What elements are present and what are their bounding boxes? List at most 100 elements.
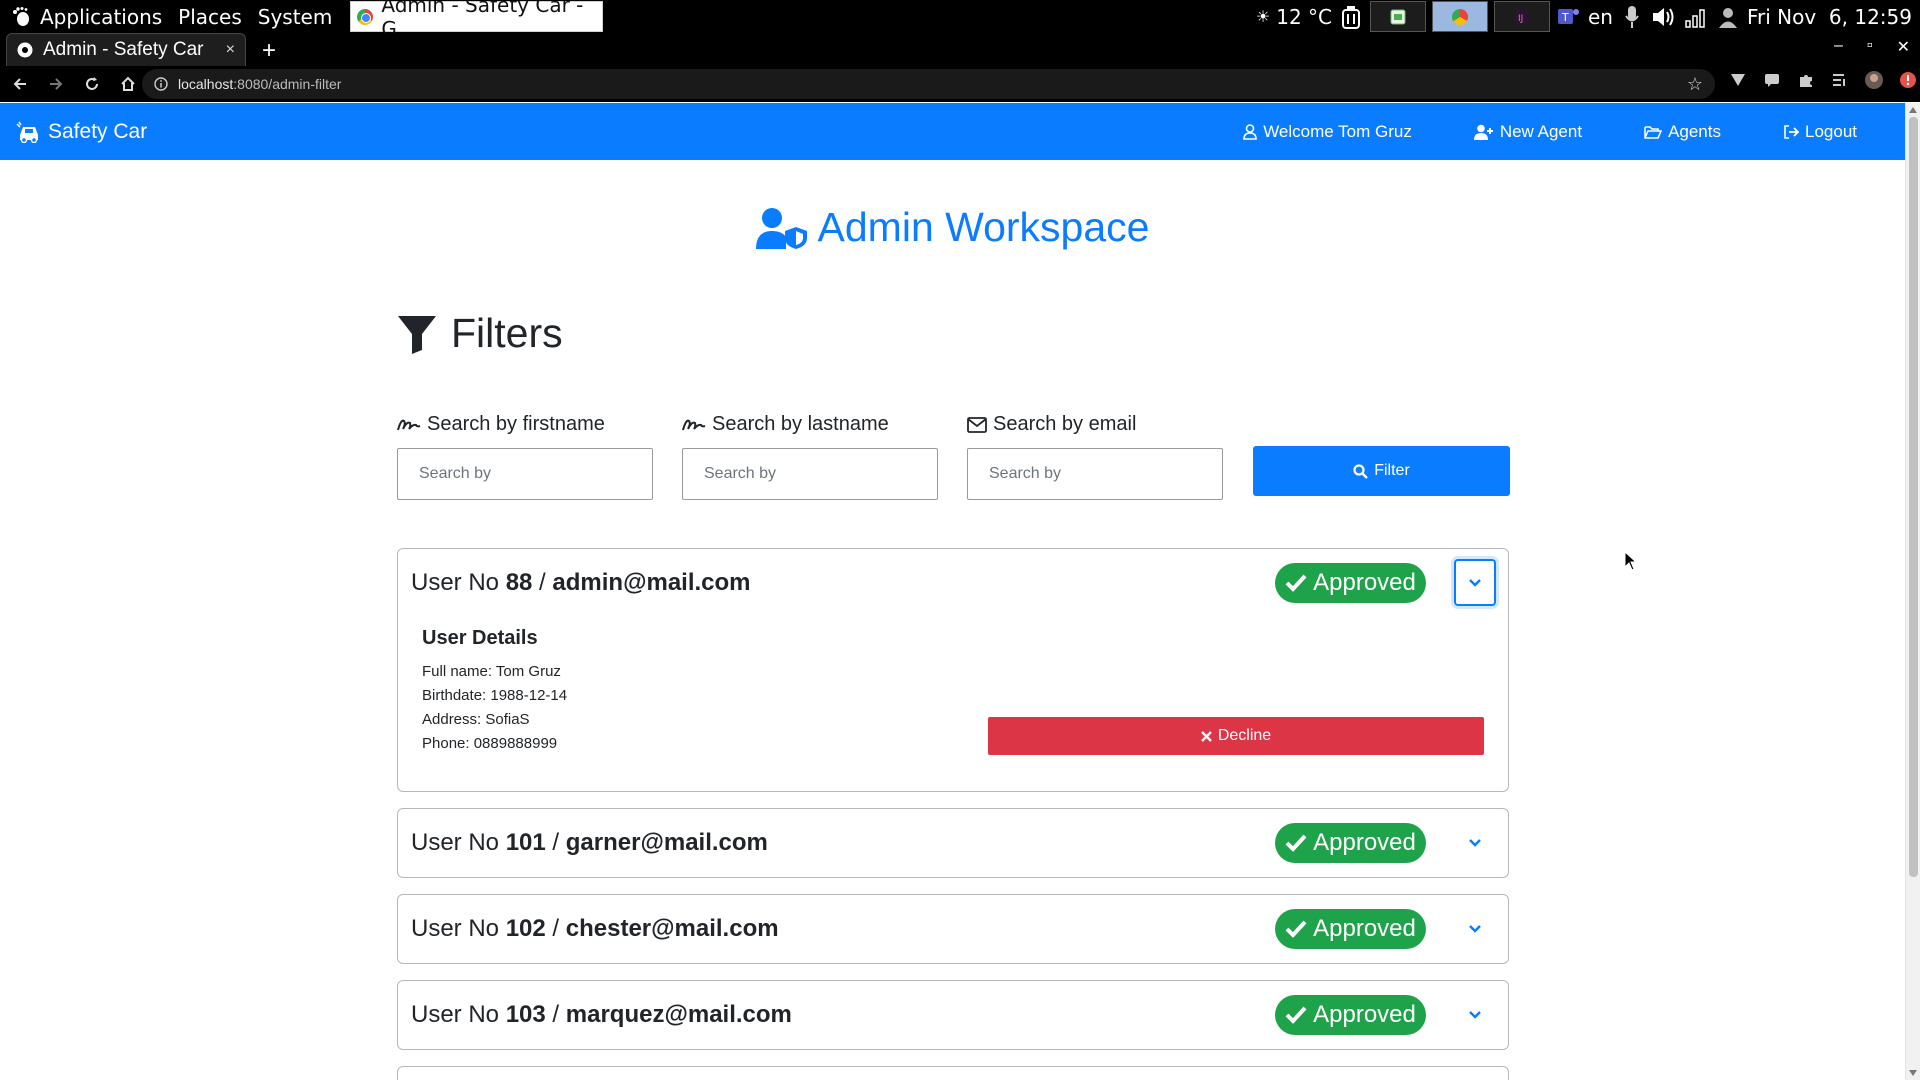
user-number: 102 — [505, 915, 546, 942]
chevron-down-icon — [1468, 578, 1482, 588]
language-indicator[interactable]: en — [1588, 5, 1613, 29]
brand-link[interactable]: Safety Car — [16, 120, 147, 144]
forward-icon[interactable] — [40, 68, 72, 100]
microphone-icon[interactable] — [1619, 4, 1645, 30]
chrome-icon — [1452, 8, 1468, 25]
update-alert-icon[interactable] — [1898, 70, 1918, 90]
nav-logout-label: Logout — [1805, 121, 1857, 141]
car-crash-icon — [16, 121, 42, 143]
email-search-input[interactable] — [967, 448, 1223, 500]
lastname-label: Search by lastname — [682, 413, 889, 436]
url-path: :8080/admin-filter — [233, 76, 342, 92]
expand-toggle-button[interactable] — [1454, 905, 1496, 952]
search-icon — [1353, 463, 1369, 479]
weather-temp[interactable]: 12 °C — [1276, 5, 1332, 29]
user-card-header[interactable]: User No 102 / chester@mail.com Approved — [398, 895, 1508, 963]
workspace-3[interactable]: IJ — [1494, 1, 1550, 32]
tab-title: Admin - Safety Car — [43, 39, 204, 60]
page-title-text: Admin Workspace — [817, 204, 1150, 250]
status-badge-label: Approved — [1313, 915, 1416, 942]
decline-button[interactable]: Decline — [988, 717, 1484, 755]
window-close-icon[interactable]: ✕ — [1897, 37, 1910, 57]
clock[interactable]: Fri Nov 6, 12:59 — [1747, 5, 1912, 29]
bookmark-star-icon[interactable]: ☆ — [1687, 74, 1703, 95]
user-email: garner@mail.com — [565, 829, 768, 856]
svg-text:IJ: IJ — [1518, 14, 1523, 24]
check-icon — [1285, 1006, 1307, 1024]
maximize-icon[interactable]: ▫ — [1867, 37, 1873, 57]
firstname-label-text: Search by firstname — [427, 413, 605, 435]
page-title: Admin Workspace — [0, 204, 1905, 251]
signature-icon — [682, 417, 706, 433]
scroll-down-arrow-icon[interactable] — [1909, 1070, 1917, 1076]
user-email: admin@mail.com — [552, 569, 751, 596]
nav-welcome-label: Welcome Tom Gruz — [1263, 121, 1412, 141]
site-info-icon[interactable] — [154, 77, 168, 91]
decline-button-label: Decline — [1217, 727, 1272, 744]
user-details-title: User Details — [422, 627, 538, 649]
times-icon — [1200, 730, 1212, 742]
minimize-icon[interactable]: – — [1834, 37, 1843, 57]
reading-list-icon[interactable] — [1830, 70, 1850, 90]
url-host: localhost — [178, 76, 234, 92]
menu-applications[interactable]: Applications — [32, 5, 170, 29]
user-switch-icon[interactable] — [1715, 4, 1741, 30]
expand-toggle-button[interactable] — [1454, 991, 1496, 1038]
user-card: User No 102 / chester@mail.com Approved — [397, 894, 1509, 964]
gnome-foot-icon[interactable] — [10, 6, 32, 28]
scrollbar-thumb[interactable] — [1909, 117, 1918, 877]
firstname-label: Search by firstname — [397, 413, 605, 436]
lastname-search-input[interactable] — [682, 448, 938, 500]
user-plus-icon — [1473, 124, 1494, 140]
expand-toggle-button[interactable] — [1454, 819, 1496, 866]
check-icon — [1285, 920, 1307, 938]
network-signal-icon[interactable] — [1683, 4, 1709, 30]
profile-avatar[interactable] — [1864, 70, 1884, 90]
nav-new-agent[interactable]: New Agent — [1473, 122, 1582, 142]
nav-welcome-user[interactable]: Welcome Tom Gruz — [1243, 122, 1412, 142]
expand-toggle-button[interactable] — [1454, 559, 1496, 606]
user-separator: / — [532, 569, 553, 596]
page-content: Admin Workspace Filters Search by firstn… — [0, 160, 1905, 1080]
sign-out-icon — [1783, 124, 1799, 139]
taskbar-window-button[interactable]: Admin - Safety Car - G... — [350, 0, 604, 41]
filter-button[interactable]: Filter — [1253, 446, 1510, 496]
chevron-down-icon — [1468, 838, 1482, 848]
workspace-2[interactable] — [1432, 1, 1488, 32]
menu-places[interactable]: Places — [170, 5, 250, 29]
firstname-search-input[interactable] — [397, 448, 653, 500]
user-card-header[interactable]: User No 88 / admin@mail.com Approved — [398, 549, 1508, 617]
browser-tab[interactable]: Admin - Safety Car × — [6, 33, 246, 66]
nav-agents-label: Agents — [1668, 121, 1721, 141]
address-bar[interactable]: localhost :8080/admin-filter ☆ — [142, 69, 1715, 99]
user-card-header[interactable]: User No 101 / garner@mail.com Approved — [398, 809, 1508, 877]
page-scrollbar[interactable] — [1905, 103, 1920, 1080]
chevron-down-icon — [1468, 924, 1482, 934]
nav-logout[interactable]: Logout — [1783, 122, 1857, 142]
user-address: Address: SofiaS — [422, 711, 530, 728]
email-label-text: Search by email — [993, 413, 1137, 435]
user-number: 88 — [505, 569, 533, 596]
user-card: User No 88 / admin@mail.com Approved Use… — [397, 548, 1509, 792]
browser-toolbar: localhost :8080/admin-filter ☆ — [0, 66, 1920, 102]
back-icon[interactable] — [4, 68, 36, 100]
user-card-header[interactable]: User No 103 / marquez@mail.com Approved — [398, 981, 1508, 1049]
status-badge-label: Approved — [1313, 1001, 1416, 1028]
menu-system[interactable]: System — [250, 5, 341, 29]
home-icon[interactable] — [112, 68, 144, 100]
user-prefix: User No — [411, 829, 506, 856]
trash-icon[interactable] — [1338, 4, 1364, 30]
teams-icon[interactable]: T — [1556, 4, 1582, 30]
extension-chat-icon[interactable] — [1762, 70, 1782, 90]
status-badge: Approved — [1275, 823, 1426, 863]
user-number: 101 — [505, 829, 546, 856]
tab-close-icon[interactable]: × — [226, 41, 235, 59]
volume-icon[interactable] — [1651, 4, 1677, 30]
nav-agents[interactable]: Agents — [1644, 122, 1721, 142]
reload-icon[interactable] — [76, 68, 108, 100]
workspace-1[interactable] — [1370, 1, 1426, 32]
extension-vpn-icon[interactable] — [1728, 70, 1748, 90]
new-tab-button[interactable]: + — [262, 37, 276, 65]
scroll-up-arrow-icon[interactable] — [1909, 107, 1917, 113]
extensions-puzzle-icon[interactable] — [1796, 70, 1816, 90]
